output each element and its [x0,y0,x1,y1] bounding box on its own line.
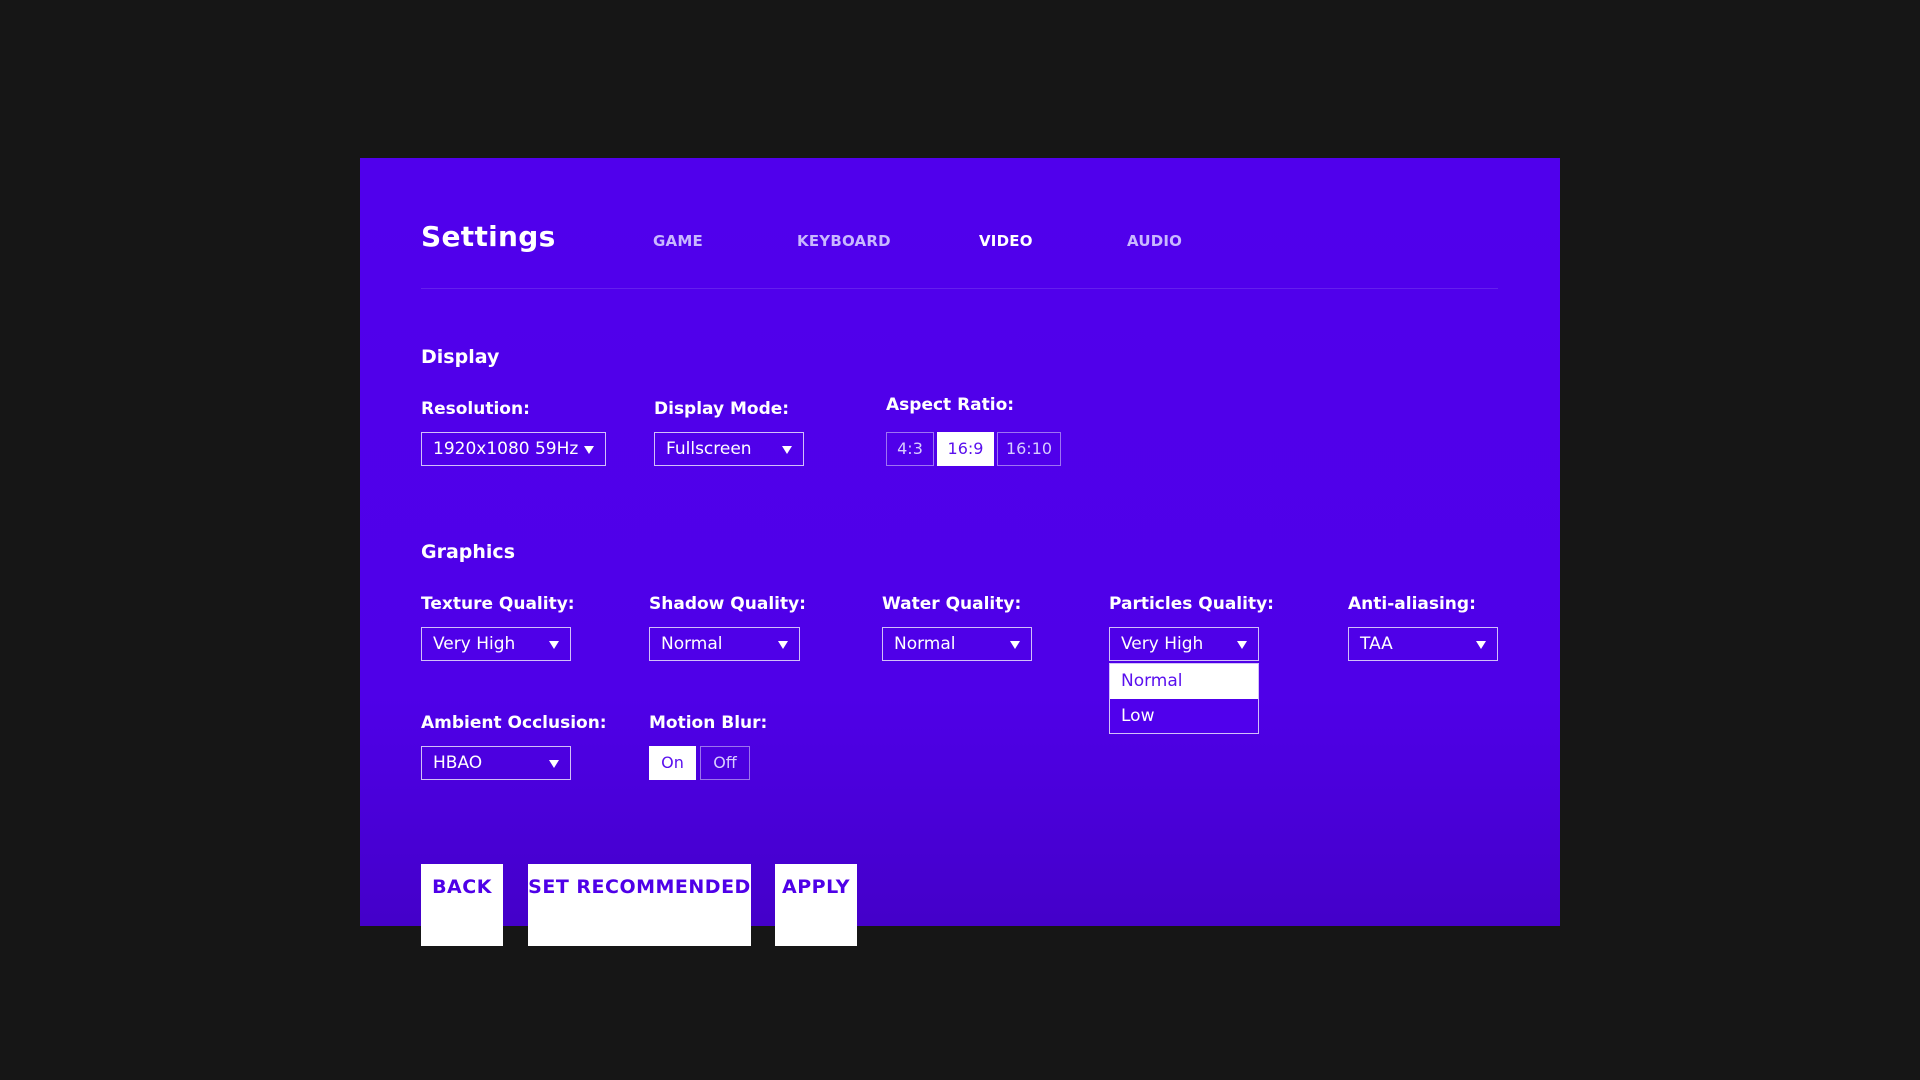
header-divider [421,288,1498,289]
motion-blur-on[interactable]: On [649,746,696,780]
anti-aliasing-select[interactable]: TAA [1348,627,1498,661]
ambient-occlusion-select[interactable]: HBAO [421,746,571,780]
shadow-quality-select[interactable]: Normal [649,627,800,661]
tab-video[interactable]: VIDEO [979,232,1033,250]
resolution-value: 1920x1080 59Hz [433,439,579,459]
chevron-down-icon [1010,641,1020,649]
back-button[interactable]: BACK [421,864,503,946]
tab-keyboard[interactable]: KEYBOARD [797,232,891,250]
aspect-ratio-4-3[interactable]: 4:3 [886,432,934,466]
display-heading: Display [421,346,500,368]
anti-aliasing-label: Anti-aliasing: [1348,594,1476,614]
particles-quality-dropdown: Normal Low [1109,663,1259,734]
chevron-down-icon [782,446,792,454]
page-title: Settings [421,220,556,253]
resolution-label: Resolution: [421,399,530,419]
water-quality-value: Normal [894,634,956,654]
chevron-down-icon [549,641,559,649]
shadow-quality-value: Normal [661,634,723,654]
display-mode-value: Fullscreen [666,439,752,459]
particles-quality-value: Very High [1121,634,1204,654]
motion-blur-label: Motion Blur: [649,713,768,733]
anti-aliasing-value: TAA [1360,634,1393,654]
texture-quality-label: Texture Quality: [421,594,575,614]
dropdown-option-low[interactable]: Low [1110,699,1258,734]
water-quality-label: Water Quality: [882,594,1022,614]
apply-button[interactable]: APPLY [775,864,857,946]
ambient-occlusion-value: HBAO [433,753,483,773]
settings-panel: Settings GAME KEYBOARD VIDEO AUDIO Displ… [360,158,1560,946]
ambient-occlusion-label: Ambient Occlusion: [421,713,607,733]
particles-quality-label: Particles Quality: [1109,594,1274,614]
display-mode-label: Display Mode: [654,399,790,419]
tab-audio[interactable]: AUDIO [1127,232,1182,250]
graphics-heading: Graphics [421,541,515,563]
texture-quality-value: Very High [433,634,516,654]
resolution-select[interactable]: 1920x1080 59Hz [421,432,606,466]
aspect-ratio-16-10[interactable]: 16:10 [997,432,1061,466]
motion-blur-off[interactable]: Off [700,746,750,780]
water-quality-select[interactable]: Normal [882,627,1032,661]
chevron-down-icon [549,760,559,768]
chevron-down-icon [778,641,788,649]
chevron-down-icon [1476,641,1486,649]
shadow-quality-label: Shadow Quality: [649,594,806,614]
display-mode-select[interactable]: Fullscreen [654,432,804,466]
tab-game[interactable]: GAME [653,232,703,250]
particles-quality-select[interactable]: Very High [1109,627,1259,661]
set-recommended-button[interactable]: SET RECOMMENDED [528,864,751,946]
chevron-down-icon [1237,641,1247,649]
aspect-ratio-16-9[interactable]: 16:9 [937,432,994,466]
chevron-down-icon [584,446,594,454]
aspect-ratio-label: Aspect Ratio: [886,395,1015,415]
texture-quality-select[interactable]: Very High [421,627,571,661]
dropdown-option-normal[interactable]: Normal [1110,664,1258,699]
